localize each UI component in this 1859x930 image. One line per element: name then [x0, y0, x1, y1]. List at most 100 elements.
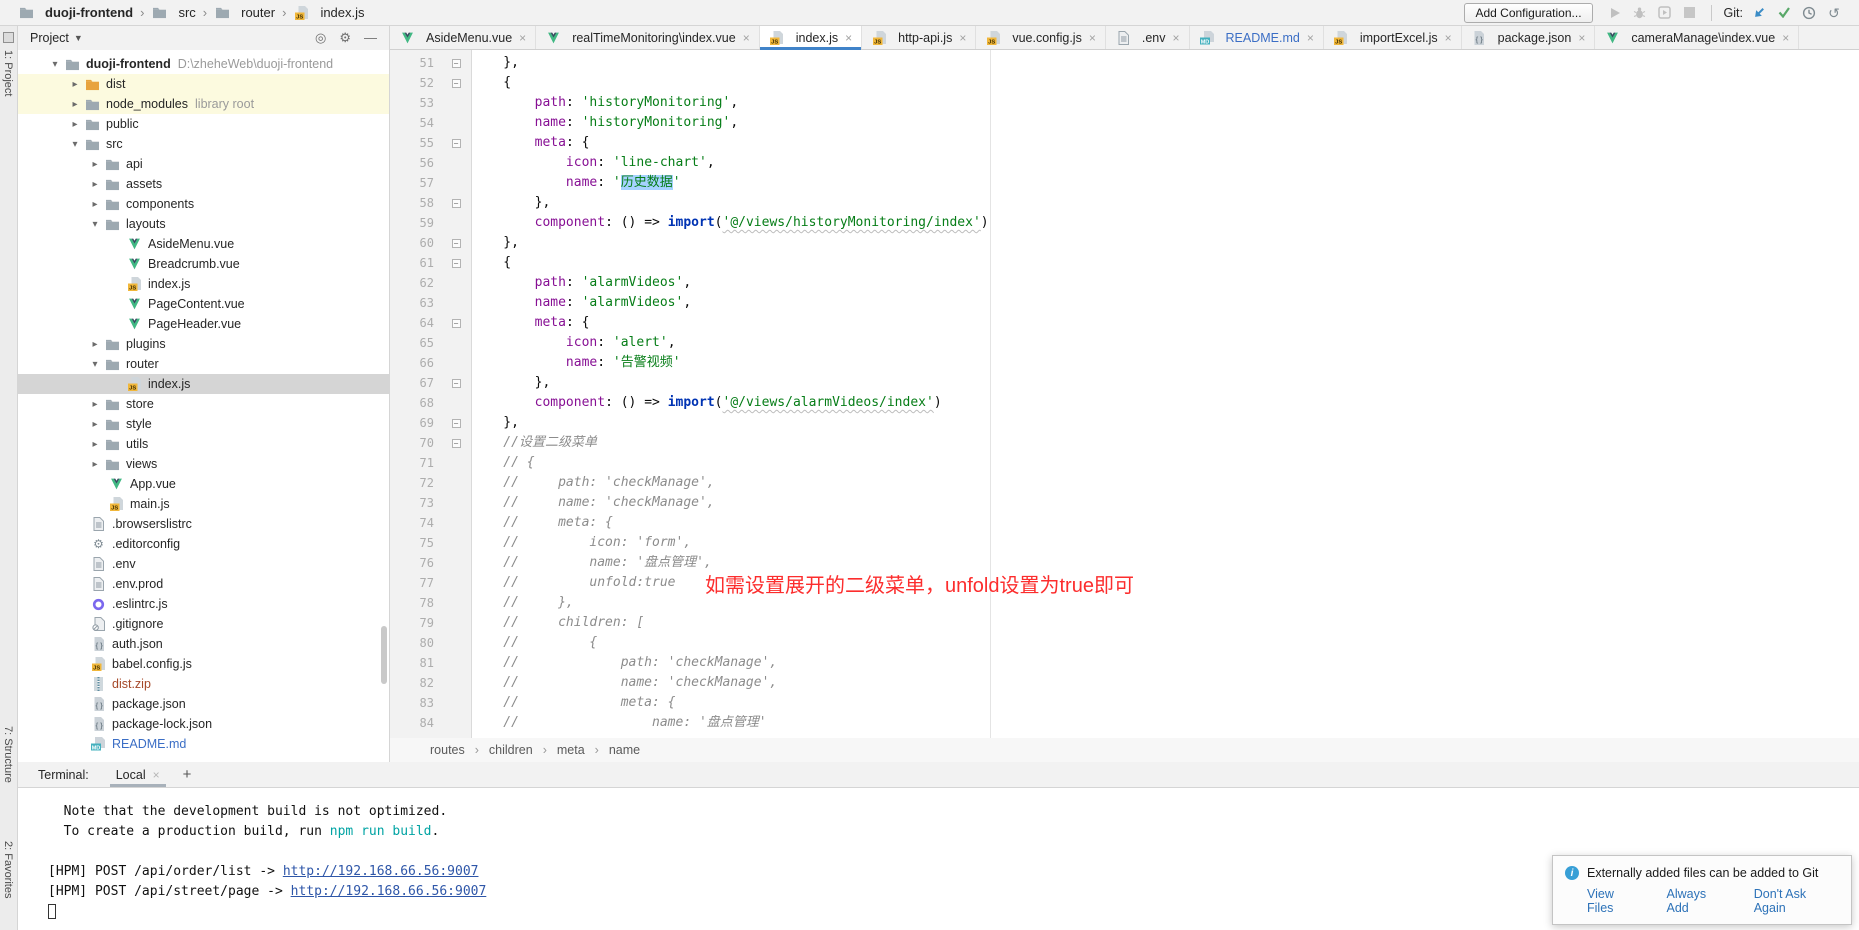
tab-close-icon[interactable]: ×: [1307, 31, 1314, 45]
tree-item-style[interactable]: ▸style: [18, 414, 389, 434]
always-add-link[interactable]: Always Add: [1667, 887, 1730, 915]
tree-item-layouts[interactable]: ▾layouts: [18, 214, 389, 234]
fold-marker-icon[interactable]: −: [452, 259, 461, 268]
editor-breadcrumb-children[interactable]: children: [489, 743, 533, 757]
tree-item-router[interactable]: ▾router: [18, 354, 389, 374]
editor-tab-package-json[interactable]: { }package.json×: [1462, 26, 1596, 49]
tree-item-views[interactable]: ▸views: [18, 454, 389, 474]
code-editor[interactable]: 51− },52− {53 path: 'historyMonitoring',…: [390, 50, 1859, 738]
fold-marker-icon[interactable]: −: [452, 379, 461, 388]
code-line-65[interactable]: 65 icon: 'alert',: [390, 333, 1859, 353]
chevron-right-icon[interactable]: ▸: [86, 459, 104, 470]
editor-tab-realtimemonitoring-index-vue[interactable]: realTimeMonitoring\index.vue×: [536, 26, 760, 49]
git-history-icon[interactable]: [1800, 4, 1818, 22]
editor-tab-readme-md[interactable]: MDREADME.md×: [1190, 26, 1324, 49]
tree-item-package-json[interactable]: { }package.json: [18, 694, 389, 714]
stripe-button-project[interactable]: 1: Project: [2, 50, 14, 96]
hide-panel-icon[interactable]: —: [364, 30, 377, 46]
tree-item-store[interactable]: ▸store: [18, 394, 389, 414]
tab-close-icon[interactable]: ×: [845, 31, 852, 45]
close-icon[interactable]: ×: [153, 768, 160, 782]
editor-tab-asidemenu-vue[interactable]: AsideMenu.vue×: [390, 26, 536, 49]
code-line-63[interactable]: 63 name: 'alarmVideos',: [390, 293, 1859, 313]
breadcrumb-item-router[interactable]: router: [214, 5, 275, 21]
fold-marker-icon[interactable]: −: [452, 59, 461, 68]
add-configuration-button[interactable]: Add Configuration...: [1464, 3, 1592, 23]
code-line-56[interactable]: 56 icon: 'line-chart',: [390, 153, 1859, 173]
code-line-68[interactable]: 68 component: () => import('@/views/alar…: [390, 393, 1859, 413]
code-line-58[interactable]: 58− },: [390, 193, 1859, 213]
code-line-55[interactable]: 55− meta: {: [390, 133, 1859, 153]
tree-item-duoji-frontend[interactable]: ▾duoji-frontendD:\zheheWeb\duoji-fronten…: [18, 54, 389, 74]
code-line-73[interactable]: 73 // name: 'checkManage',: [390, 493, 1859, 513]
run-with-coverage-icon[interactable]: [1656, 4, 1674, 22]
fold-marker-icon[interactable]: −: [452, 239, 461, 248]
breadcrumb-item-index-js[interactable]: JSindex.js: [293, 5, 364, 21]
tab-close-icon[interactable]: ×: [1445, 31, 1452, 45]
chevron-down-icon[interactable]: ▾: [86, 359, 104, 370]
editor-tab--env[interactable]: .env×: [1106, 26, 1190, 49]
tab-close-icon[interactable]: ×: [1172, 31, 1179, 45]
tab-close-icon[interactable]: ×: [1089, 31, 1096, 45]
code-line-57[interactable]: 57 name: '历史数据': [390, 173, 1859, 193]
fold-marker-icon[interactable]: −: [452, 139, 461, 148]
code-line-52[interactable]: 52− {: [390, 73, 1859, 93]
tab-close-icon[interactable]: ×: [1782, 31, 1789, 45]
code-line-74[interactable]: 74 // meta: {: [390, 513, 1859, 533]
tab-close-icon[interactable]: ×: [959, 31, 966, 45]
tree-item-readme-md[interactable]: MDREADME.md: [18, 734, 389, 754]
code-line-66[interactable]: 66 name: '告警视频': [390, 353, 1859, 373]
tree-item-dist[interactable]: ▸dist: [18, 74, 389, 94]
gear-icon[interactable]: ⚙: [339, 30, 351, 46]
fold-marker-icon[interactable]: −: [452, 439, 461, 448]
tab-close-icon[interactable]: ×: [1578, 31, 1585, 45]
editor-tab-index-js[interactable]: JSindex.js×: [760, 26, 862, 49]
code-line-59[interactable]: 59 component: () => import('@/views/hist…: [390, 213, 1859, 233]
tree-item-main-js[interactable]: JSmain.js: [18, 494, 389, 514]
project-tool-window-icon[interactable]: [3, 32, 14, 43]
tree-item-api[interactable]: ▸api: [18, 154, 389, 174]
tree-item-node-modules[interactable]: ▸node_moduleslibrary root: [18, 94, 389, 114]
code-line-54[interactable]: 54 name: 'historyMonitoring',: [390, 113, 1859, 133]
code-line-69[interactable]: 69− },: [390, 413, 1859, 433]
tree-item-index-js[interactable]: JSindex.js: [18, 374, 389, 394]
tree-item-utils[interactable]: ▸utils: [18, 434, 389, 454]
chevron-right-icon[interactable]: ▸: [66, 119, 84, 130]
code-line-79[interactable]: 79 // children: [: [390, 613, 1859, 633]
tree-item-app-vue[interactable]: App.vue: [18, 474, 389, 494]
tree-item-src[interactable]: ▾src: [18, 134, 389, 154]
chevron-down-icon[interactable]: ▾: [66, 139, 84, 150]
tree-item--browserslistrc[interactable]: .browserslistrc: [18, 514, 389, 534]
tree-item-package-lock-json[interactable]: { }package-lock.json: [18, 714, 389, 734]
tree-scrollbar[interactable]: [381, 626, 387, 684]
tree-item--env[interactable]: .env: [18, 554, 389, 574]
stripe-button-favorites[interactable]: 2: Favorites: [2, 841, 14, 898]
tree-item-asidemenu-vue[interactable]: AsideMenu.vue: [18, 234, 389, 254]
tree-item-pagecontent-vue[interactable]: PageContent.vue: [18, 294, 389, 314]
git-rollback-icon[interactable]: ↺: [1825, 4, 1843, 22]
git-update-icon[interactable]: [1750, 4, 1768, 22]
code-line-51[interactable]: 51− },: [390, 53, 1859, 73]
tree-item-auth-json[interactable]: { }auth.json: [18, 634, 389, 654]
tree-item-public[interactable]: ▸public: [18, 114, 389, 134]
tree-item-dist-zip[interactable]: dist.zip: [18, 674, 389, 694]
git-commit-icon[interactable]: [1775, 4, 1793, 22]
terminal-tab-local[interactable]: Local ×: [113, 762, 163, 787]
chevron-right-icon[interactable]: ▸: [86, 179, 104, 190]
editor-tab-http-api-js[interactable]: JShttp-api.js×: [862, 26, 976, 49]
run-icon[interactable]: [1606, 4, 1624, 22]
code-line-81[interactable]: 81 // path: 'checkManage',: [390, 653, 1859, 673]
terminal-link[interactable]: http://192.168.66.56:9007: [283, 864, 479, 879]
fold-marker-icon[interactable]: −: [452, 419, 461, 428]
code-line-75[interactable]: 75 // icon: 'form',: [390, 533, 1859, 553]
code-line-67[interactable]: 67− },: [390, 373, 1859, 393]
code-line-53[interactable]: 53 path: 'historyMonitoring',: [390, 93, 1859, 113]
fold-marker-icon[interactable]: −: [452, 199, 461, 208]
new-terminal-session-button[interactable]: +: [183, 766, 192, 783]
breadcrumb-item-duoji-frontend[interactable]: duoji-frontend: [18, 5, 133, 21]
code-line-64[interactable]: 64− meta: {: [390, 313, 1859, 333]
stripe-button-structure[interactable]: 7: Structure: [2, 726, 14, 783]
editor-breadcrumb-routes[interactable]: routes: [430, 743, 465, 757]
project-view-selector[interactable]: Project ▼: [30, 31, 83, 45]
tree-item-components[interactable]: ▸components: [18, 194, 389, 214]
